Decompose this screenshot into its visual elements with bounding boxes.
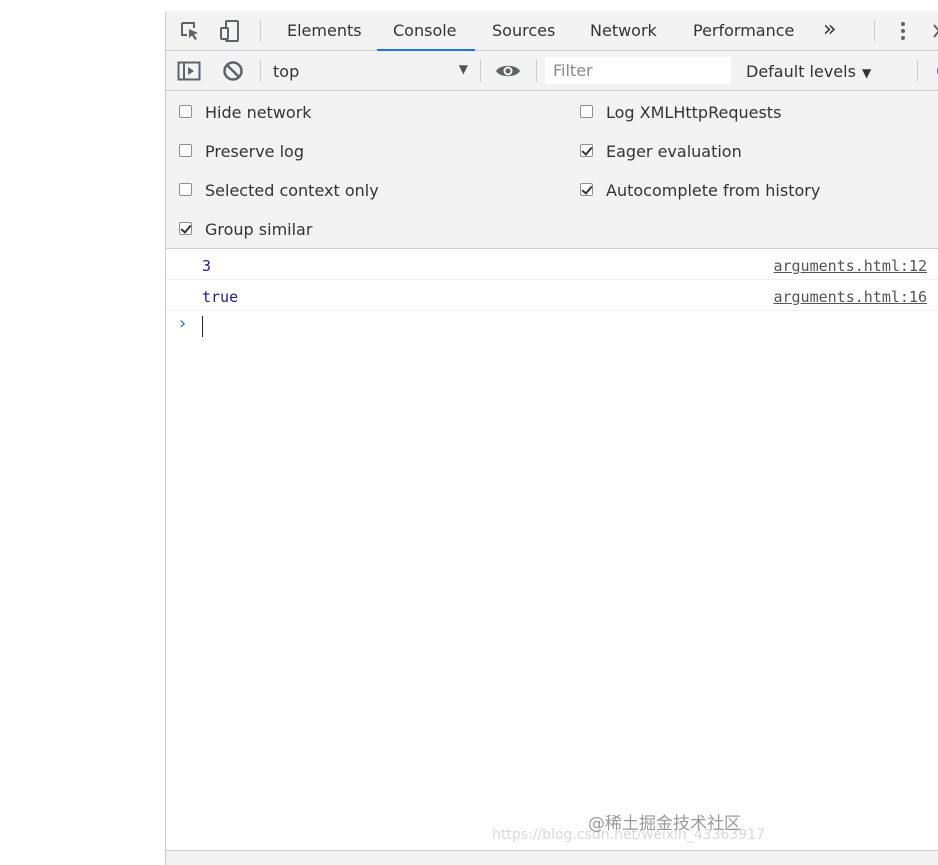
message-value: 3: [202, 257, 212, 275]
console-message: 3 arguments.html:12: [166, 249, 938, 280]
message-value: true: [202, 288, 239, 306]
settings-gear-icon[interactable]: [932, 59, 938, 83]
log-levels-label: Default levels: [746, 62, 856, 81]
context-value: top: [273, 62, 300, 81]
console-settings-pane: Hide network Log XMLHttpRequests Preserv…: [166, 91, 938, 249]
source-link[interactable]: arguments.html:12: [773, 257, 927, 275]
toolbar-separator: [536, 60, 537, 82]
devtools-panel: Elements Console Sources Network Perform…: [165, 11, 938, 865]
prompt-chevron-icon: ›: [177, 313, 188, 334]
tab-elements[interactable]: Elements: [287, 11, 362, 50]
console-message: true arguments.html:16: [166, 280, 938, 311]
page: Elements Console Sources Network Perform…: [0, 0, 938, 865]
device-toolbar-icon[interactable]: [218, 19, 242, 43]
setting-label: Eager evaluation: [606, 142, 742, 161]
group-similar-checkbox[interactable]: [179, 222, 192, 235]
log-levels-dropdown[interactable]: Default levels ▼: [746, 62, 871, 81]
devtools-tabbar: Elements Console Sources Network Perform…: [166, 11, 938, 51]
sidebar-toggle-icon[interactable]: [177, 59, 201, 83]
selected-context-checkbox[interactable]: [179, 183, 192, 196]
tab-console[interactable]: Console: [393, 11, 457, 50]
chevron-down-icon: ▼: [861, 66, 872, 80]
chevron-down-icon: ▼: [458, 62, 468, 76]
kebab-menu-icon[interactable]: [891, 19, 915, 43]
inspect-element-icon[interactable]: [178, 19, 202, 43]
text-caret: [202, 316, 203, 337]
clear-console-icon[interactable]: [221, 59, 245, 83]
toolbar-separator: [480, 60, 481, 82]
toolbar-separator: [874, 20, 875, 42]
preserve-log-checkbox[interactable]: [179, 144, 192, 157]
hide-network-checkbox[interactable]: [179, 105, 192, 118]
watermark: @稀土掘金技术社区: [588, 814, 741, 834]
eager-evaluation-checkbox[interactable]: [580, 144, 593, 157]
drawer-bar: [166, 850, 938, 865]
setting-label: Log XMLHttpRequests: [606, 103, 782, 122]
more-tabs-button[interactable]: »: [823, 11, 836, 50]
autocomplete-history-checkbox[interactable]: [580, 183, 593, 196]
setting-label: Selected context only: [205, 181, 379, 200]
tab-network[interactable]: Network: [590, 11, 657, 50]
setting-label: Group similar: [205, 220, 313, 239]
close-icon[interactable]: [930, 19, 938, 43]
tab-sources[interactable]: Sources: [492, 11, 555, 50]
console-prompt[interactable]: ›: [166, 311, 938, 341]
tab-performance[interactable]: Performance: [693, 11, 794, 50]
log-xhr-checkbox[interactable]: [580, 105, 593, 118]
toolbar-separator: [260, 60, 261, 82]
console-toolbar: top ▼ Default levels ▼: [166, 51, 938, 91]
console-messages: 3 arguments.html:12 true arguments.html:…: [166, 249, 938, 341]
context-selector[interactable]: top ▼: [263, 51, 478, 90]
toolbar-separator: [260, 20, 261, 42]
toolbar-separator: [917, 60, 918, 82]
setting-label: Hide network: [205, 103, 312, 122]
setting-label: Autocomplete from history: [606, 181, 821, 200]
source-link[interactable]: arguments.html:16: [773, 288, 927, 306]
setting-label: Preserve log: [205, 142, 304, 161]
filter-input[interactable]: [545, 57, 731, 84]
eye-icon[interactable]: [495, 59, 520, 83]
